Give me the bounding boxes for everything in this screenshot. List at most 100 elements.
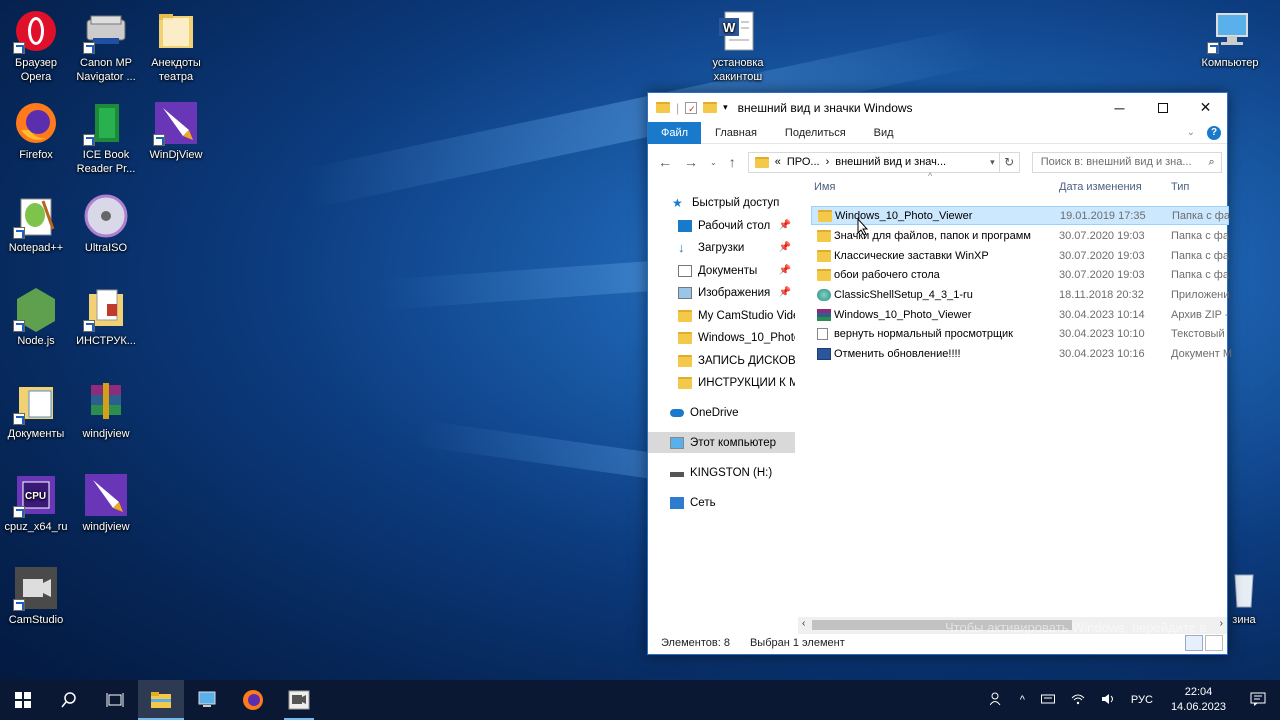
tab-view[interactable]: Вид	[860, 122, 908, 144]
nav-item-disc-burning[interactable]: ЗАПИСЬ ДИСКОВ	[648, 350, 795, 371]
large-icons-view-button[interactable]	[1205, 635, 1223, 651]
maximize-icon	[1157, 102, 1168, 113]
desktop-icon-windjview-rar[interactable]: windjview	[70, 379, 142, 441]
nav-item-camstudio-videos[interactable]: My CamStudio Vide	[648, 305, 795, 326]
desktop-icon-anekdoty[interactable]: Анекдоты театра	[140, 8, 212, 84]
star-icon: ★	[672, 195, 683, 210]
pin-icon: 📌	[778, 287, 791, 298]
file-row[interactable]: вернуть нормальный просмотрщик 30.04.202…	[811, 324, 1229, 343]
nav-item-kingston[interactable]: KINGSTON (H:)	[648, 462, 795, 483]
nav-item-desktop[interactable]: Рабочий стол 📌	[648, 215, 795, 236]
keyboard-icon[interactable]	[1033, 693, 1063, 708]
desktop-icon-firefox[interactable]: Firefox	[0, 100, 72, 162]
clock[interactable]: 22:04 14.06.2023	[1161, 685, 1236, 715]
tab-share[interactable]: Поделиться	[771, 122, 860, 144]
file-row[interactable]: обои рабочего стола 30.07.2020 19:03 Пап…	[811, 265, 1229, 284]
recent-locations-icon[interactable]: ⌄	[710, 158, 717, 167]
language-indicator[interactable]: РУС	[1123, 694, 1161, 706]
scroll-left-icon[interactable]: ‹	[802, 618, 805, 629]
explorer-window[interactable]: | ✓ ▾ внешний вид и значки Windows ─ ✕ Ф…	[647, 92, 1232, 655]
desktop-icon-windjview-2[interactable]: windjview	[70, 472, 142, 534]
desktop-icon	[678, 219, 692, 232]
maximize-button[interactable]	[1141, 93, 1184, 122]
desktop-icon-nodejs[interactable]: Node.js	[0, 286, 72, 348]
desktop-icon-camstudio[interactable]: CamStudio	[0, 565, 72, 627]
system-tray: ^ РУС 22:04 14.06.2023	[982, 680, 1280, 720]
desktop-icon-instruk[interactable]: ИНСТРУК...	[70, 286, 142, 348]
forward-icon[interactable]: →	[684, 154, 698, 170]
taskbar-camstudio[interactable]	[276, 680, 322, 720]
column-header-date[interactable]: Дата изменения	[1059, 181, 1142, 193]
folder-document-icon	[83, 286, 129, 332]
desktop-icon-opera[interactable]: Браузер Opera	[0, 8, 72, 84]
up-icon[interactable]: ↑	[729, 154, 736, 170]
desktop-icon-hackintosh[interactable]: W установка хакинтош	[702, 8, 774, 84]
people-icon[interactable]	[982, 692, 1012, 709]
chevron-down-icon[interactable]: ▾	[723, 102, 728, 113]
tab-file[interactable]: Файл	[648, 121, 702, 144]
taskbar-explorer[interactable]	[138, 680, 184, 720]
scroll-right-icon[interactable]: ›	[1220, 618, 1223, 629]
nav-item-downloads[interactable]: ↓ Загрузки 📌	[648, 237, 795, 258]
new-folder-icon[interactable]	[703, 102, 718, 113]
file-row[interactable]: Отменить обновление!!!! 30.04.2023 10:16…	[811, 344, 1232, 363]
file-row[interactable]: Классические заставки WinXP 30.07.2020 1…	[811, 246, 1229, 265]
desktop-icon-notepadpp[interactable]: Notepad++	[0, 193, 72, 255]
nav-item-network[interactable]: Сеть	[648, 492, 795, 513]
column-header-name[interactable]: Имя	[814, 181, 835, 193]
network-icon[interactable]	[1063, 693, 1093, 708]
file-row[interactable]: ClassicShellSetup_4_3_1-ru 18.11.2018 20…	[811, 285, 1229, 304]
nav-item-onedrive[interactable]: OneDrive	[648, 402, 795, 423]
minimize-button[interactable]: ─	[1098, 93, 1141, 122]
installer-icon	[817, 288, 831, 301]
nav-item-quick-access[interactable]: ★ Быстрый доступ	[648, 192, 795, 213]
opera-icon	[13, 8, 59, 54]
title-bar[interactable]: | ✓ ▾ внешний вид и значки Windows ─ ✕	[648, 93, 1227, 122]
close-icon: ✕	[1199, 99, 1212, 115]
desktop-icon-windjview[interactable]: WinDjView	[140, 100, 212, 162]
show-hidden-icons-icon[interactable]: ^	[1012, 694, 1033, 706]
desktop-icon-documents[interactable]: Документы	[0, 379, 72, 441]
desktop-icon-cpuz[interactable]: CPU cpuz_x64_ru	[0, 472, 72, 534]
word-file-icon	[817, 347, 831, 360]
windjview-icon	[83, 472, 129, 518]
nav-item-pictures[interactable]: Изображения 📌	[648, 282, 795, 303]
search-input[interactable]: Поиск в: внешний вид и зна... ⌕	[1031, 151, 1222, 173]
folder-icon	[678, 354, 692, 367]
properties-icon[interactable]: ✓	[685, 101, 698, 114]
refresh-button[interactable]: ↻	[999, 151, 1020, 173]
search-button[interactable]	[46, 680, 92, 720]
folder-icon	[817, 268, 831, 281]
address-dropdown-icon[interactable]: ▾	[990, 157, 999, 168]
volume-icon[interactable]	[1093, 693, 1123, 708]
help-icon[interactable]: ?	[1207, 125, 1221, 140]
taskbar-computer[interactable]	[184, 680, 230, 720]
notifications-icon[interactable]	[1236, 691, 1280, 710]
close-button[interactable]: ✕	[1184, 93, 1227, 122]
desktop-icon-computer[interactable]: Компьютер	[1194, 8, 1266, 70]
desktop-icon-ultraiso[interactable]: UltraISO	[70, 193, 142, 255]
mouse-cursor-icon	[857, 218, 869, 236]
expand-ribbon-icon[interactable]: ⌄	[1187, 127, 1195, 138]
file-row[interactable]: Windows_10_Photo_Viewer 30.04.2023 10:14…	[811, 305, 1229, 324]
svg-text:CPU: CPU	[25, 491, 46, 502]
windjview-icon	[153, 100, 199, 146]
back-icon[interactable]: ←	[658, 154, 672, 170]
nav-item-photo-viewer[interactable]: Windows_10_Photo	[648, 327, 795, 348]
column-header-type[interactable]: Тип	[1171, 181, 1189, 193]
file-row[interactable]: Windows_10_Photo_Viewer 19.01.2019 17:35…	[811, 206, 1230, 225]
task-view-button[interactable]	[92, 680, 138, 720]
nav-item-documents[interactable]: Документы 📌	[648, 260, 795, 281]
breadcrumb-segment[interactable]: внешний вид и знач...	[835, 156, 946, 168]
taskbar-firefox[interactable]	[230, 680, 276, 720]
file-row[interactable]: Значки для файлов, папок и программ 30.0…	[811, 226, 1229, 245]
breadcrumb-segment[interactable]: ПРО...	[787, 156, 820, 168]
pin-icon: 📌	[778, 265, 791, 276]
nav-item-this-pc[interactable]: Этот компьютер	[648, 432, 795, 453]
start-button[interactable]	[0, 680, 46, 720]
nav-item-instructions[interactable]: ИНСТРУКЦИИ К М	[648, 372, 795, 393]
address-bar[interactable]: « ПРО... › внешний вид и знач... ▾	[747, 151, 1000, 173]
desktop-icon-icebook[interactable]: ICE Book Reader Pr...	[70, 100, 142, 176]
desktop-icon-canon[interactable]: Canon MP Navigator ...	[70, 8, 142, 84]
tab-home[interactable]: Главная	[701, 122, 771, 144]
